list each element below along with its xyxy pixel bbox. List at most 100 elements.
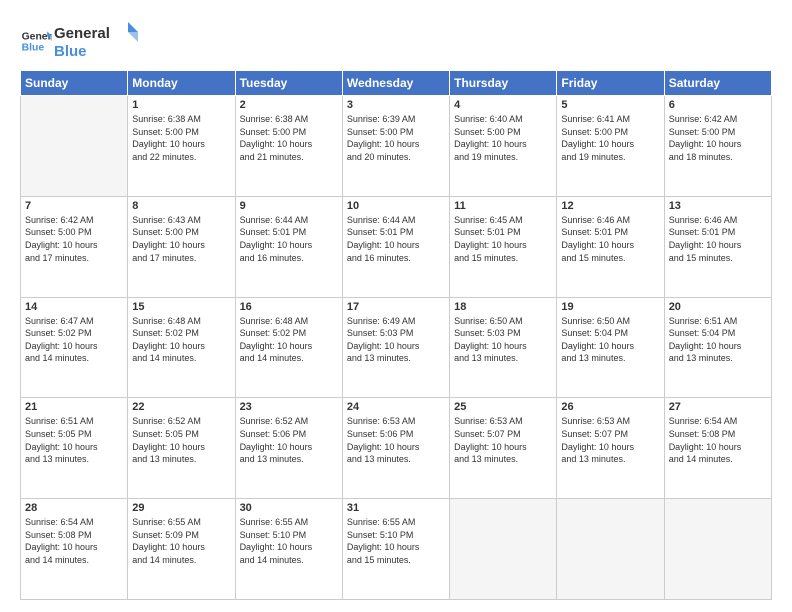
calendar-cell: 25 Sunrise: 6:53 AMSunset: 5:07 PMDayligh… xyxy=(450,398,557,499)
day-number: 26 xyxy=(561,401,659,413)
cell-info: Sunrise: 6:51 AMSunset: 5:04 PMDaylight:… xyxy=(669,315,767,365)
calendar-cell: 8 Sunrise: 6:43 AMSunset: 5:00 PMDaylight… xyxy=(128,196,235,297)
day-number: 14 xyxy=(25,301,123,313)
cell-info: Sunrise: 6:52 AMSunset: 5:05 PMDaylight:… xyxy=(132,415,230,465)
day-number: 23 xyxy=(240,401,338,413)
day-number: 1 xyxy=(132,99,230,111)
logo-full: General Blue xyxy=(54,20,144,62)
calendar-cell: 4 Sunrise: 6:40 AMSunset: 5:00 PMDaylight… xyxy=(450,96,557,197)
cell-info: Sunrise: 6:45 AMSunset: 5:01 PMDaylight:… xyxy=(454,214,552,264)
calendar-cell: 11 Sunrise: 6:45 AMSunset: 5:01 PMDayligh… xyxy=(450,196,557,297)
calendar-cell: 19 Sunrise: 6:50 AMSunset: 5:04 PMDayligh… xyxy=(557,297,664,398)
calendar-cell: 23 Sunrise: 6:52 AMSunset: 5:06 PMDayligh… xyxy=(235,398,342,499)
calendar-cell: 21 Sunrise: 6:51 AMSunset: 5:05 PMDayligh… xyxy=(21,398,128,499)
logo-icon: General Blue xyxy=(20,25,52,57)
logo: General Blue General Blue xyxy=(20,20,144,62)
day-number: 28 xyxy=(25,502,123,514)
day-number: 15 xyxy=(132,301,230,313)
cell-info: Sunrise: 6:55 AMSunset: 5:10 PMDaylight:… xyxy=(240,516,338,566)
calendar-cell: 9 Sunrise: 6:44 AMSunset: 5:01 PMDaylight… xyxy=(235,196,342,297)
cell-info: Sunrise: 6:42 AMSunset: 5:00 PMDaylight:… xyxy=(669,113,767,163)
day-number: 25 xyxy=(454,401,552,413)
day-number: 4 xyxy=(454,99,552,111)
calendar-week-row: 21 Sunrise: 6:51 AMSunset: 5:05 PMDayligh… xyxy=(21,398,772,499)
cell-info: Sunrise: 6:50 AMSunset: 5:03 PMDaylight:… xyxy=(454,315,552,365)
calendar-day-header: Saturday xyxy=(664,71,771,96)
calendar-cell: 20 Sunrise: 6:51 AMSunset: 5:04 PMDayligh… xyxy=(664,297,771,398)
cell-info: Sunrise: 6:54 AMSunset: 5:08 PMDaylight:… xyxy=(669,415,767,465)
calendar-cell: 17Sunrise: 6:49 AMSunset: 5:03 PMDayligh… xyxy=(342,297,449,398)
day-number: 19 xyxy=(561,301,659,313)
calendar-cell: 14 Sunrise: 6:47 AMSunset: 5:02 PMDayligh… xyxy=(21,297,128,398)
calendar-day-header: Friday xyxy=(557,71,664,96)
calendar-cell xyxy=(664,499,771,600)
cell-info: Sunrise: 6:52 AMSunset: 5:06 PMDaylight:… xyxy=(240,415,338,465)
cell-info: Sunrise: 6:53 AMSunset: 5:06 PMDaylight:… xyxy=(347,415,445,465)
day-number: 21 xyxy=(25,401,123,413)
day-number: 12 xyxy=(561,200,659,212)
calendar-cell: 24 Sunrise: 6:53 AMSunset: 5:06 PMDayligh… xyxy=(342,398,449,499)
calendar-cell: 28Sunrise: 6:54 AMSunset: 5:08 PMDayligh… xyxy=(21,499,128,600)
calendar-day-header: Monday xyxy=(128,71,235,96)
calendar-cell: 29 Sunrise: 6:55 AMSunset: 5:09 PMDayligh… xyxy=(128,499,235,600)
day-number: 24 xyxy=(347,401,445,413)
day-number: 8 xyxy=(132,200,230,212)
day-number: 13 xyxy=(669,200,767,212)
cell-info: Sunrise: 6:39 AMSunset: 5:00 PMDaylight:… xyxy=(347,113,445,163)
svg-text:Blue: Blue xyxy=(54,43,87,60)
day-number: 20 xyxy=(669,301,767,313)
calendar-day-header: Sunday xyxy=(21,71,128,96)
day-number: 29 xyxy=(132,502,230,514)
calendar-week-row: 7 Sunrise: 6:42 AMSunset: 5:00 PMDaylight… xyxy=(21,196,772,297)
calendar-cell: 3Sunrise: 6:39 AMSunset: 5:00 PMDaylight… xyxy=(342,96,449,197)
cell-info: Sunrise: 6:53 AMSunset: 5:07 PMDaylight:… xyxy=(454,415,552,465)
calendar-cell: 12Sunrise: 6:46 AMSunset: 5:01 PMDayligh… xyxy=(557,196,664,297)
calendar-cell xyxy=(450,499,557,600)
calendar-cell xyxy=(557,499,664,600)
cell-info: Sunrise: 6:42 AMSunset: 5:00 PMDaylight:… xyxy=(25,214,123,264)
calendar-cell: 31 Sunrise: 6:55 AMSunset: 5:10 PMDayligh… xyxy=(342,499,449,600)
calendar-table: SundayMondayTuesdayWednesdayThursdayFrid… xyxy=(20,70,772,600)
calendar-cell: 13 Sunrise: 6:46 AMSunset: 5:01 PMDayligh… xyxy=(664,196,771,297)
day-number: 16 xyxy=(240,301,338,313)
calendar-day-header: Tuesday xyxy=(235,71,342,96)
cell-info: Sunrise: 6:38 AMSunset: 5:00 PMDaylight:… xyxy=(132,113,230,163)
calendar-cell: 18 Sunrise: 6:50 AMSunset: 5:03 PMDayligh… xyxy=(450,297,557,398)
cell-info: Sunrise: 6:38 AMSunset: 5:00 PMDaylight:… xyxy=(240,113,338,163)
cell-info: Sunrise: 6:41 AMSunset: 5:00 PMDaylight:… xyxy=(561,113,659,163)
calendar-week-row: 14 Sunrise: 6:47 AMSunset: 5:02 PMDayligh… xyxy=(21,297,772,398)
cell-info: Sunrise: 6:40 AMSunset: 5:00 PMDaylight:… xyxy=(454,113,552,163)
day-number: 2 xyxy=(240,99,338,111)
calendar-day-header: Wednesday xyxy=(342,71,449,96)
cell-info: Sunrise: 6:51 AMSunset: 5:05 PMDaylight:… xyxy=(25,415,123,465)
day-number: 7 xyxy=(25,200,123,212)
svg-text:Blue: Blue xyxy=(22,43,45,54)
day-number: 9 xyxy=(240,200,338,212)
cell-info: Sunrise: 6:44 AMSunset: 5:01 PMDaylight:… xyxy=(347,214,445,264)
cell-info: Sunrise: 6:55 AMSunset: 5:09 PMDaylight:… xyxy=(132,516,230,566)
cell-info: Sunrise: 6:46 AMSunset: 5:01 PMDaylight:… xyxy=(669,214,767,264)
cell-info: Sunrise: 6:44 AMSunset: 5:01 PMDaylight:… xyxy=(240,214,338,264)
calendar-cell: 5Sunrise: 6:41 AMSunset: 5:00 PMDaylight… xyxy=(557,96,664,197)
day-number: 18 xyxy=(454,301,552,313)
day-number: 30 xyxy=(240,502,338,514)
day-number: 31 xyxy=(347,502,445,514)
day-number: 10 xyxy=(347,200,445,212)
cell-info: Sunrise: 6:53 AMSunset: 5:07 PMDaylight:… xyxy=(561,415,659,465)
calendar-cell: 6Sunrise: 6:42 AMSunset: 5:00 PMDaylight… xyxy=(664,96,771,197)
calendar-cell: 22Sunrise: 6:52 AMSunset: 5:05 PMDayligh… xyxy=(128,398,235,499)
calendar-week-row: 28Sunrise: 6:54 AMSunset: 5:08 PMDayligh… xyxy=(21,499,772,600)
page: General Blue General Blue SundayM xyxy=(0,0,792,612)
cell-info: Sunrise: 6:55 AMSunset: 5:10 PMDaylight:… xyxy=(347,516,445,566)
calendar-cell: 15Sunrise: 6:48 AMSunset: 5:02 PMDayligh… xyxy=(128,297,235,398)
calendar-cell: 2 Sunrise: 6:38 AMSunset: 5:00 PMDaylight… xyxy=(235,96,342,197)
cell-info: Sunrise: 6:43 AMSunset: 5:00 PMDaylight:… xyxy=(132,214,230,264)
day-number: 11 xyxy=(454,200,552,212)
calendar-day-header: Thursday xyxy=(450,71,557,96)
cell-info: Sunrise: 6:48 AMSunset: 5:02 PMDaylight:… xyxy=(240,315,338,365)
svg-text:General: General xyxy=(54,25,110,42)
calendar-week-row: 1 Sunrise: 6:38 AMSunset: 5:00 PMDaylight… xyxy=(21,96,772,197)
day-number: 27 xyxy=(669,401,767,413)
cell-info: Sunrise: 6:47 AMSunset: 5:02 PMDaylight:… xyxy=(25,315,123,365)
cell-info: Sunrise: 6:50 AMSunset: 5:04 PMDaylight:… xyxy=(561,315,659,365)
